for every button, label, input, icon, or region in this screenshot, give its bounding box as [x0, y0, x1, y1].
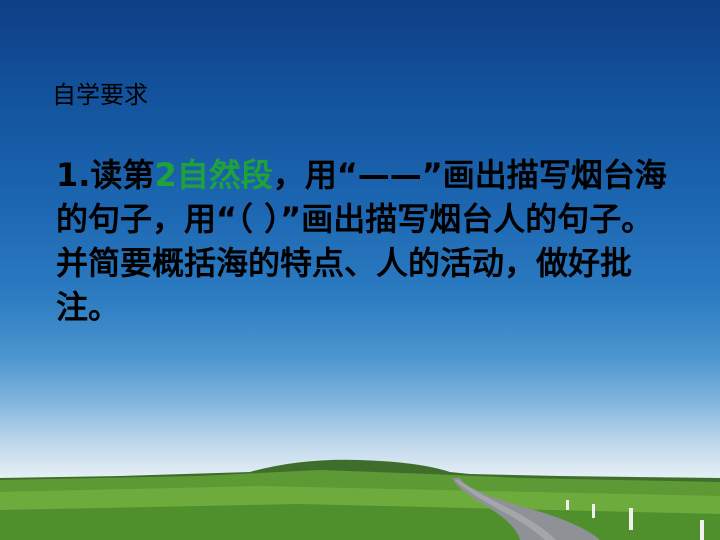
page-title: 自学要求 — [52, 81, 148, 109]
landscape-background — [0, 459, 720, 540]
task-highlight-paragraph: 2自然段 — [154, 156, 273, 194]
slide: 自学要求 1.读第2自然段，用“——”画出描写烟台海的句子，用“（ ）”画出描写… — [0, 0, 720, 540]
task-text-part1: 1.读第 — [56, 156, 155, 194]
task-instruction: 1.读第2自然段，用“——”画出描写烟台海的句子，用“（ ）”画出描写烟台人的句… — [56, 153, 676, 329]
